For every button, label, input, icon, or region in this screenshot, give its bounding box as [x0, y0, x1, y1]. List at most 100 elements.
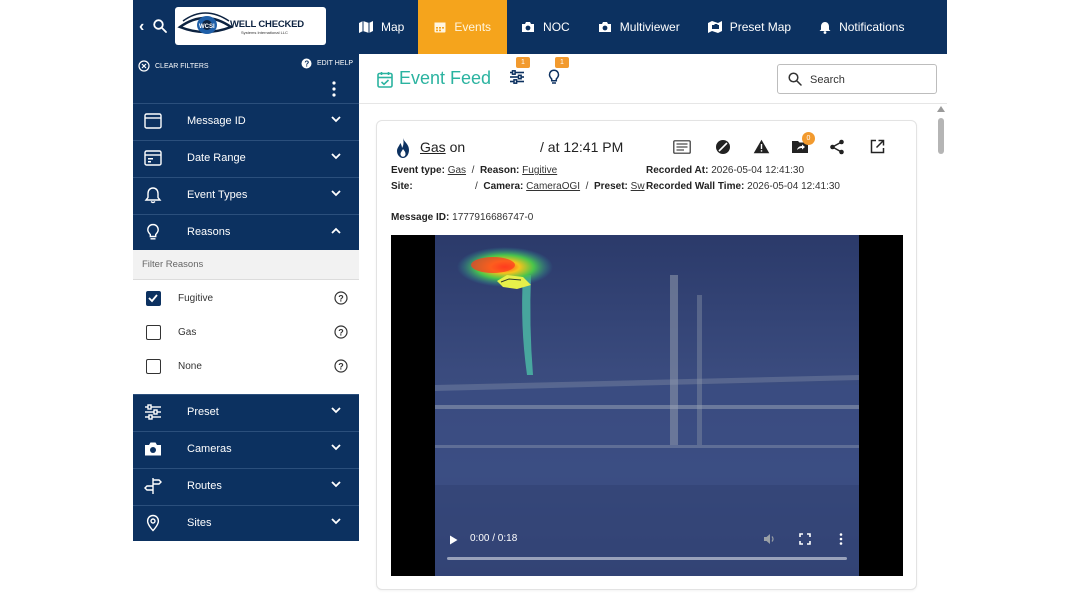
camera-icon — [598, 22, 611, 32]
recorded-wall-value: 2026-05-04 12:41:30 — [747, 181, 840, 192]
edit-help-button[interactable]: ? EDIT HELP — [301, 58, 353, 69]
event-type-link[interactable]: Gas — [420, 139, 446, 155]
search-input[interactable] — [810, 71, 930, 89]
warning-icon[interactable] — [753, 139, 770, 154]
help-circle-icon[interactable]: ? — [334, 359, 348, 373]
clear-filters-label: CLEAR FILTERS — [155, 62, 209, 70]
event-time: / at 12:41 PM — [540, 139, 624, 155]
nav-noc[interactable]: NOC — [507, 0, 584, 54]
clear-filters-button[interactable]: CLEAR FILTERS — [138, 60, 209, 72]
nav-preset-map-label: Preset Map — [729, 20, 792, 34]
nav-map[interactable]: Map — [345, 0, 418, 54]
nav-multiviewer-label: Multiviewer — [619, 20, 680, 34]
nav-preset-map[interactable]: Preset Map — [694, 0, 805, 54]
play-icon[interactable] — [449, 535, 458, 545]
bell-icon — [144, 187, 162, 204]
camera-grid-icon — [707, 21, 722, 33]
sidebar-item-cameras[interactable]: Cameras — [133, 431, 359, 467]
nav-notifications-label: Notifications — [839, 20, 905, 34]
camera-icon — [522, 22, 535, 32]
separator: / — [582, 181, 592, 192]
reason-option-none[interactable]: None ? — [133, 350, 359, 384]
more-vertical-icon[interactable] — [839, 533, 843, 545]
nav-events[interactable]: Events — [418, 0, 508, 54]
checkbox-unchecked[interactable] — [146, 359, 161, 374]
bell-icon — [819, 21, 831, 34]
calendar-icon — [434, 22, 446, 33]
message-id-value: 1777916686747-0 — [452, 212, 534, 223]
check-icon — [148, 294, 158, 303]
sidebar-item-sites[interactable]: Sites — [133, 505, 359, 541]
forward-share-button[interactable]: 0 — [791, 132, 815, 159]
open-external-icon[interactable] — [870, 139, 885, 154]
map-icon — [359, 21, 373, 33]
separator: / — [475, 181, 481, 192]
main-nav: Map Events NOC Multiviewer Preset Map No… — [345, 0, 918, 54]
company-logo[interactable]: WCSI WELL CHECKED Systems International … — [175, 7, 326, 45]
reason-option-fugitive[interactable]: Fugitive ? — [133, 282, 359, 316]
help-circle-icon[interactable]: ? — [334, 325, 348, 339]
chevron-down-icon — [331, 153, 341, 160]
nav-multiviewer[interactable]: Multiviewer — [584, 0, 694, 54]
event-type-value[interactable]: Gas — [448, 165, 466, 176]
block-icon[interactable] — [715, 139, 731, 155]
event-type-label: Event type: — [391, 165, 445, 176]
back-chevron-icon[interactable]: ‹ — [139, 18, 144, 36]
svg-text:?: ? — [338, 361, 344, 371]
sidebar-item-label: Preset — [187, 406, 219, 418]
reasons-toggle-button[interactable]: 1 — [547, 57, 569, 90]
sidebar-item-label: Sites — [187, 517, 212, 529]
scroll-up-arrow-icon[interactable] — [937, 106, 945, 112]
search-icon[interactable] — [153, 19, 167, 33]
message-id-label: Message ID: — [391, 212, 450, 223]
id-card-icon — [144, 113, 162, 129]
svg-text:?: ? — [338, 293, 344, 303]
event-title-suffix: on — [449, 139, 466, 155]
sidebar-item-date-range[interactable]: Date Range — [133, 140, 359, 176]
fullscreen-icon[interactable] — [799, 533, 811, 545]
nav-notifications[interactable]: Notifications — [805, 0, 918, 54]
event-meta-line-2: Site: — [391, 181, 413, 192]
camera-label: Camera: — [483, 181, 524, 192]
search-field[interactable] — [777, 64, 937, 94]
svg-text:?: ? — [304, 59, 309, 68]
reason-value[interactable]: Fugitive — [522, 165, 557, 176]
chevron-up-icon — [331, 227, 341, 234]
sidebar-item-routes[interactable]: Routes — [133, 468, 359, 504]
preset-value[interactable]: Sw — [631, 181, 645, 192]
notes-icon[interactable] — [673, 140, 691, 154]
nav-map-label: Map — [381, 20, 405, 34]
checkbox-checked[interactable] — [146, 291, 161, 306]
vertical-scrollbar[interactable] — [935, 104, 947, 608]
logo-title: WELL CHECKED — [230, 19, 304, 30]
sidebar-item-reasons[interactable]: Reasons — [133, 214, 359, 250]
chevron-down-icon — [331, 407, 341, 414]
scroll-thumb[interactable] — [938, 118, 944, 154]
signpost-icon — [144, 478, 162, 494]
share-count-badge: 0 — [802, 132, 815, 145]
video-player[interactable]: 0:00 / 0:18 — [391, 235, 903, 576]
sidebar-item-event-types[interactable]: Event Types — [133, 177, 359, 213]
video-progress-track[interactable] — [447, 557, 847, 560]
help-circle-icon[interactable]: ? — [334, 291, 348, 305]
more-vertical-icon[interactable] — [332, 81, 336, 97]
message-id-line: Message ID: 1777916686747-0 — [391, 212, 533, 223]
camera-value[interactable]: CameraOGI — [526, 181, 580, 192]
recorded-at-line: Recorded At: 2026-05-04 12:41:30 — [646, 165, 804, 176]
video-time: 0:00 / 0:18 — [470, 533, 518, 544]
checkbox-unchecked[interactable] — [146, 325, 161, 340]
sidebar-item-preset[interactable]: Preset — [133, 394, 359, 430]
chevron-down-icon — [331, 444, 341, 451]
nav-events-label: Events — [454, 20, 492, 34]
recorded-at-value: 2026-05-04 12:41:30 — [711, 165, 805, 176]
location-pin-icon — [146, 514, 160, 532]
share-icon[interactable] — [829, 139, 845, 155]
filter-toggle-button[interactable]: 1 — [509, 57, 530, 90]
sidebar-item-message-id[interactable]: Message ID — [133, 103, 359, 139]
volume-icon[interactable] — [763, 533, 775, 545]
event-meta-line-2b: / Camera: CameraOGI / Preset: Sw — [475, 181, 645, 192]
search-icon — [788, 72, 802, 86]
reason-option-gas[interactable]: Gas ? — [133, 316, 359, 350]
calendar-range-icon — [144, 150, 162, 166]
event-meta-line-1: Event type: Gas / Reason: Fugitive — [391, 165, 557, 176]
